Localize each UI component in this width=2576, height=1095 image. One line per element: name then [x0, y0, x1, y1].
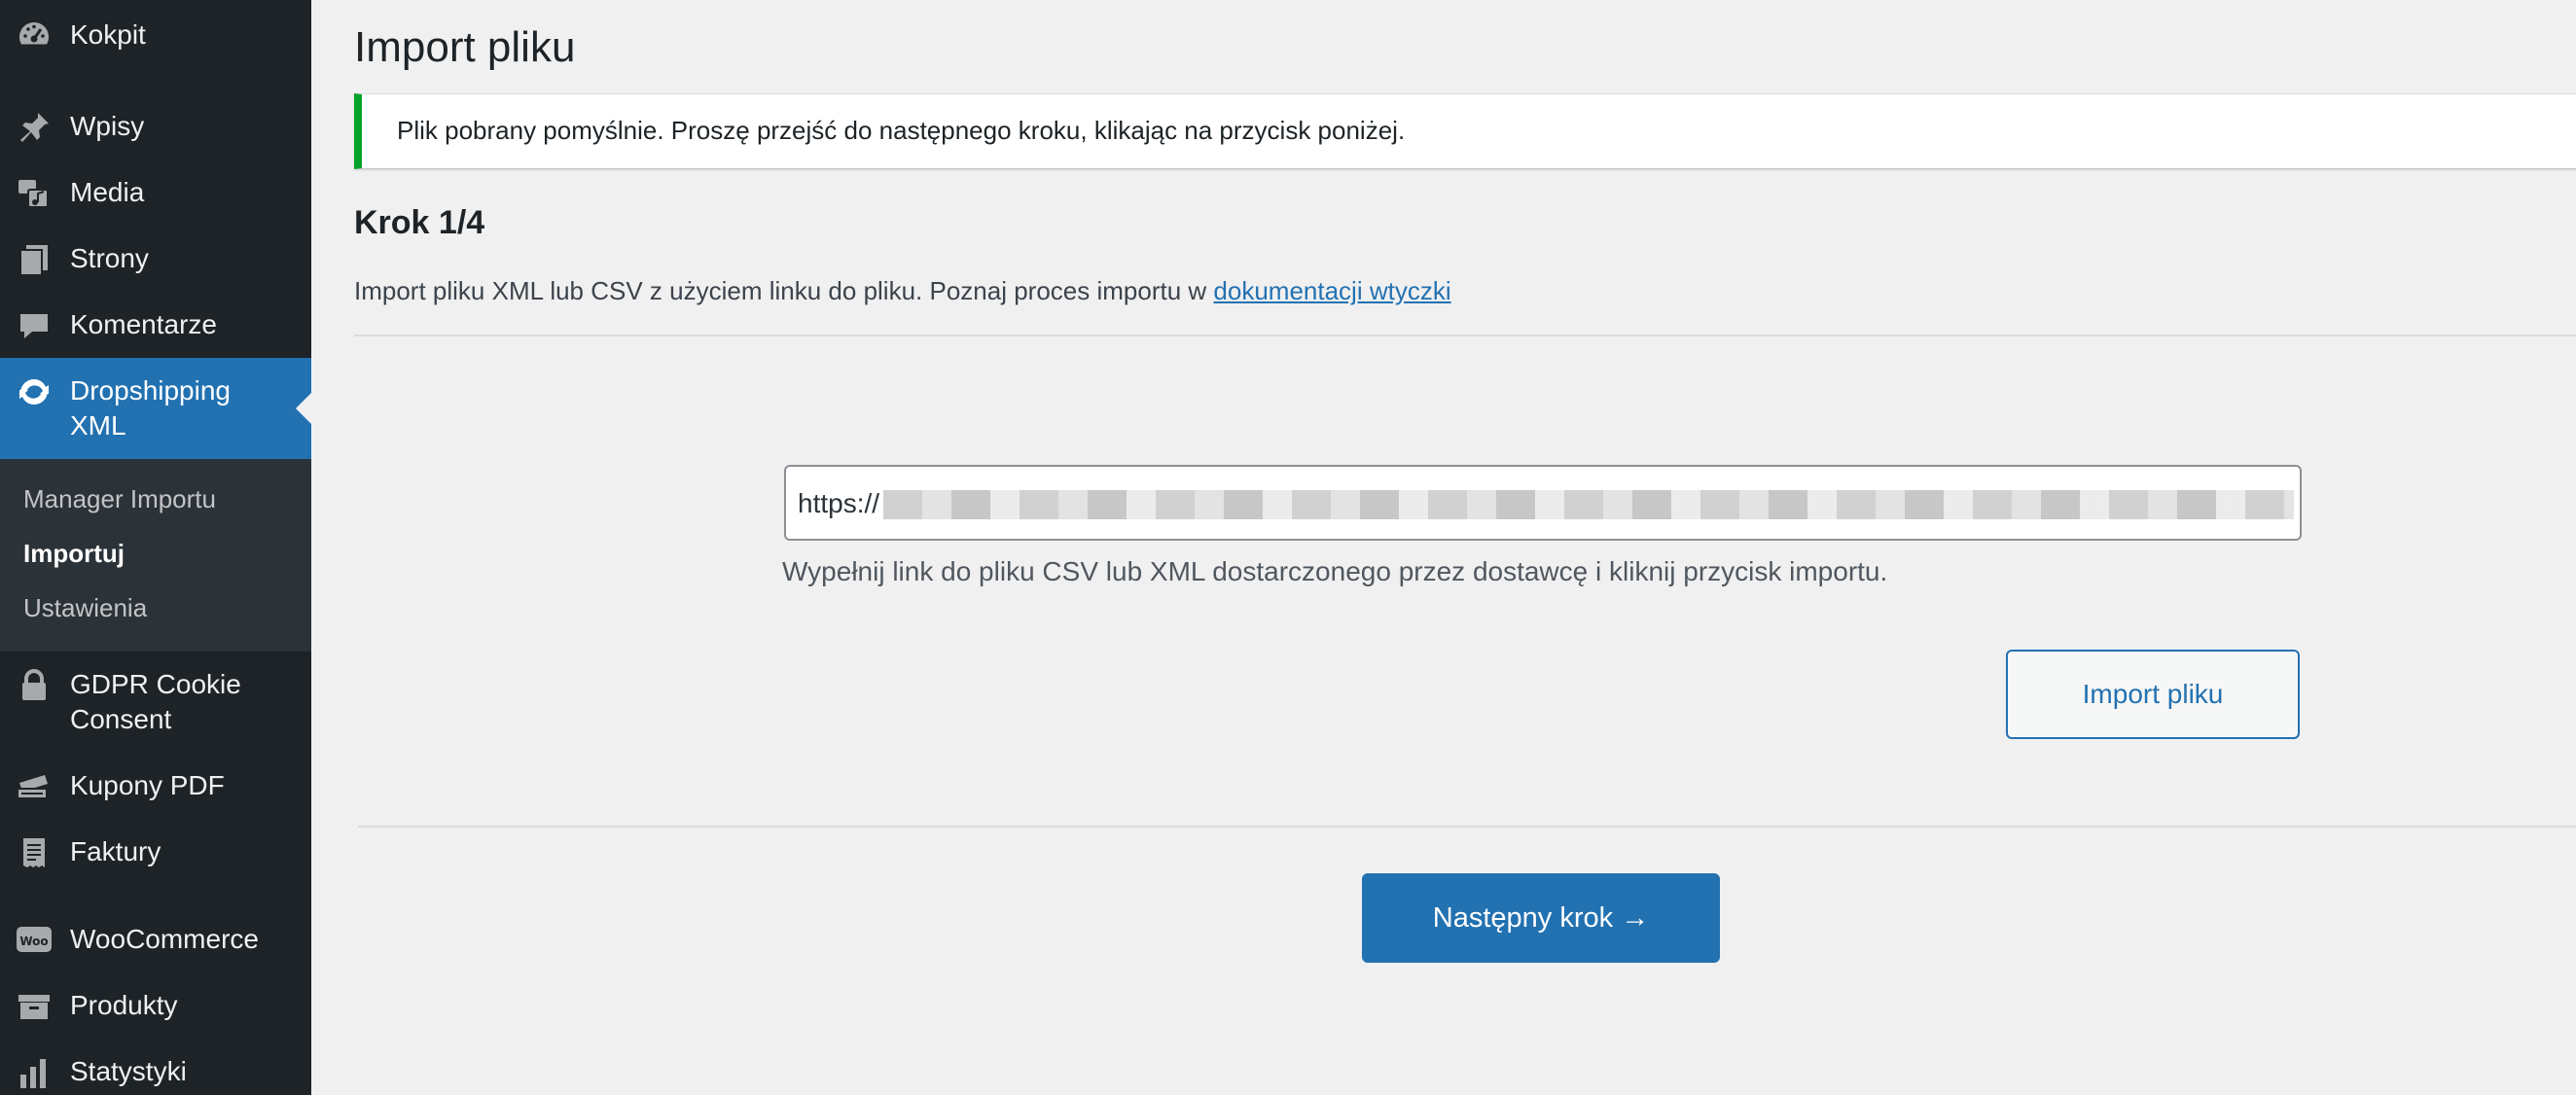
sidebar-item-media[interactable]: Media: [0, 175, 311, 220]
divider: [354, 335, 2576, 336]
chart-bar-icon: [16, 1054, 53, 1091]
page-title: Import pliku: [354, 23, 576, 71]
import-file-button[interactable]: Import pliku: [2006, 650, 2300, 739]
sidebar-item-label: Statystyki: [70, 1056, 187, 1086]
sidebar-item-label: Faktury: [70, 836, 161, 866]
step-description: Import pliku XML lub CSV z użyciem linku…: [354, 276, 1451, 306]
sync-icon: [16, 373, 53, 410]
dashboard-icon: [16, 18, 53, 54]
sidebar-item-label: Produkty: [70, 990, 178, 1020]
media-icon: [16, 175, 53, 212]
sidebar-item-statystyki[interactable]: Statystyki: [0, 1054, 311, 1095]
admin-sidebar: Kokpit Wpisy Media Strony Komentarze Dro…: [0, 0, 311, 1095]
documentation-link[interactable]: dokumentacji wtyczki: [1213, 276, 1450, 305]
submenu-item-manager-importu[interactable]: Manager Importu: [23, 484, 216, 514]
sidebar-item-dropshipping-xml[interactable]: Dropshipping XML: [0, 358, 311, 459]
submenu-item-ustawienia[interactable]: Ustawienia: [23, 593, 147, 623]
step-description-text: Import pliku XML lub CSV z użyciem linku…: [354, 276, 1207, 305]
sidebar-item-woocommerce[interactable]: Woo WooCommerce: [0, 922, 311, 967]
sidebar-item-label: Wpisy: [70, 111, 145, 141]
url-input-value: https://: [798, 488, 880, 518]
notice-text: Plik pobrany pomyślnie. Proszę przejść d…: [397, 116, 1406, 145]
redacted-url: [883, 490, 2294, 519]
success-notice: Plik pobrany pomyślnie. Proszę przejść d…: [354, 93, 2576, 169]
sidebar-item-label: Dropshipping XML: [70, 375, 231, 441]
woo-icon: Woo: [16, 922, 53, 959]
invoice-icon: [16, 834, 53, 871]
tickets-icon: [16, 768, 53, 805]
sidebar-item-produkty[interactable]: Produkty: [0, 988, 311, 1033]
lock-icon: [16, 667, 53, 704]
submenu-item-importuj[interactable]: Importuj: [23, 539, 125, 569]
sidebar-item-kokpit[interactable]: Kokpit: [0, 18, 311, 62]
sidebar-item-label: Media: [70, 177, 145, 207]
sidebar-item-gdpr-cookie-consent[interactable]: GDPR Cookie Consent: [0, 667, 311, 745]
sidebar-item-faktury[interactable]: Faktury: [0, 834, 311, 879]
pin-icon: [16, 109, 53, 146]
step-title: Krok 1/4: [354, 204, 485, 241]
sidebar-item-kupony-pdf[interactable]: Kupony PDF: [0, 768, 311, 813]
comments-icon: [16, 307, 53, 344]
sidebar-item-label: WooCommerce: [70, 924, 259, 954]
sidebar-item-label: Kupony PDF: [70, 770, 225, 800]
sidebar-item-label: Strony: [70, 243, 149, 273]
pages-icon: [16, 241, 53, 278]
file-url-input[interactable]: https://: [784, 465, 2302, 541]
sidebar-item-strony[interactable]: Strony: [0, 241, 311, 286]
sidebar-submenu: Manager Importu Importuj Ustawienia: [0, 459, 311, 652]
archive-icon: [16, 988, 53, 1025]
divider: [358, 826, 2576, 828]
sidebar-item-label: Kokpit: [70, 19, 146, 50]
sidebar-item-wpisy[interactable]: Wpisy: [0, 109, 311, 154]
sidebar-item-label: Komentarze: [70, 309, 217, 339]
svg-text:Woo: Woo: [19, 935, 48, 948]
url-help-text: Wypełnij link do pliku CSV lub XML dosta…: [782, 556, 1888, 586]
next-step-button[interactable]: Następny krok →: [1362, 873, 1720, 963]
sidebar-item-label: GDPR Cookie Consent: [70, 669, 241, 734]
sidebar-item-komentarze[interactable]: Komentarze: [0, 307, 311, 352]
